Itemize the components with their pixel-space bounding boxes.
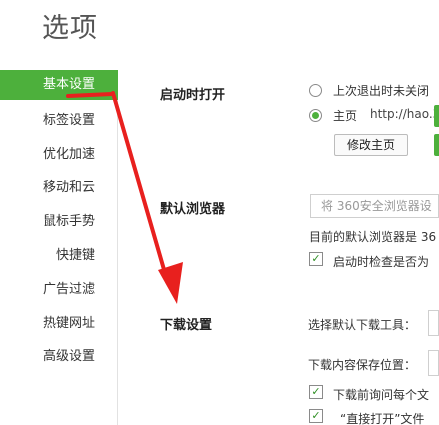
sidebar-item-label: 标签设置 <box>42 113 95 128</box>
download-location-label: 下载内容保存位置： <box>308 358 417 372</box>
download-section-label: 下载设置 <box>160 318 213 333</box>
sidebar-item-optimize[interactable]: 优化加速 <box>0 140 118 170</box>
startup-home-label: 主页 <box>333 109 358 123</box>
sidebar-item-shortcuts[interactable]: 快捷键 <box>0 241 118 271</box>
default-browser-section-label: 默认浏览器 <box>160 202 226 217</box>
sidebar: 基本设置 标签设置 优化加速 移动和云 鼠标手势 快捷键 广告过滤 热键网址 高… <box>0 70 118 425</box>
startup-last-session-radio[interactable] <box>309 84 322 97</box>
sidebar-item-label: 移动和云 <box>42 180 95 195</box>
sidebar-item-label: 基本设置 <box>42 77 95 92</box>
sidebar-item-label: 快捷键 <box>55 248 95 263</box>
default-browser-status: 目前的默认浏览器是 36 <box>309 230 437 244</box>
sidebar-item-label: 优化加速 <box>42 147 95 162</box>
home-url-text: http://hao.3 <box>370 107 439 121</box>
sidebar-item-label: 鼠标手势 <box>42 214 95 229</box>
sidebar-item-hotkey-urls[interactable]: 热键网址 <box>0 309 118 339</box>
download-tool-label: 选择默认下载工具： <box>308 318 417 332</box>
check-default-on-start-label: 启动时检查是否为 <box>333 255 430 269</box>
window-title: 选项 <box>42 13 98 44</box>
checkmark-icon: ✓ <box>311 385 321 398</box>
download-location-input[interactable] <box>428 350 439 376</box>
sidebar-item-label: 广告过滤 <box>42 282 95 297</box>
sidebar-item-mouse-gestures[interactable]: 鼠标手势 <box>0 207 118 237</box>
home-action-button[interactable] <box>434 105 439 127</box>
sidebar-item-advanced[interactable]: 高级设置 <box>0 342 118 372</box>
set-default-browser-button[interactable]: 将 360安全浏览器设 <box>310 194 439 218</box>
ask-each-file-checkbox[interactable]: ✓ <box>309 385 323 399</box>
sidebar-item-mobile-cloud[interactable]: 移动和云 <box>0 173 118 203</box>
sidebar-item-basic-settings[interactable]: 基本设置 <box>0 70 118 100</box>
startup-home-radio[interactable] <box>309 109 322 122</box>
home-secondary-button[interactable] <box>434 134 439 156</box>
ask-each-file-label: 下载前询问每个文 <box>333 388 430 402</box>
sidebar-item-tab-settings[interactable]: 标签设置 <box>0 106 118 136</box>
startup-section-label: 启动时打开 <box>160 88 226 103</box>
startup-last-session-label: 上次退出时未关闭 <box>333 84 430 98</box>
sidebar-item-ad-filter[interactable]: 广告过滤 <box>0 275 118 305</box>
direct-open-label: “直接打开”文件 <box>340 412 425 425</box>
check-default-on-start-checkbox[interactable]: ✓ <box>309 252 323 266</box>
download-tool-select[interactable] <box>428 310 439 336</box>
sidebar-item-label: 高级设置 <box>42 349 95 364</box>
edit-home-button[interactable]: 修改主页 <box>334 134 409 156</box>
checkmark-icon: ✓ <box>311 252 321 265</box>
sidebar-item-label: 热键网址 <box>42 316 95 331</box>
direct-open-checkbox[interactable]: ✓ <box>309 409 323 423</box>
checkmark-icon: ✓ <box>311 409 321 422</box>
